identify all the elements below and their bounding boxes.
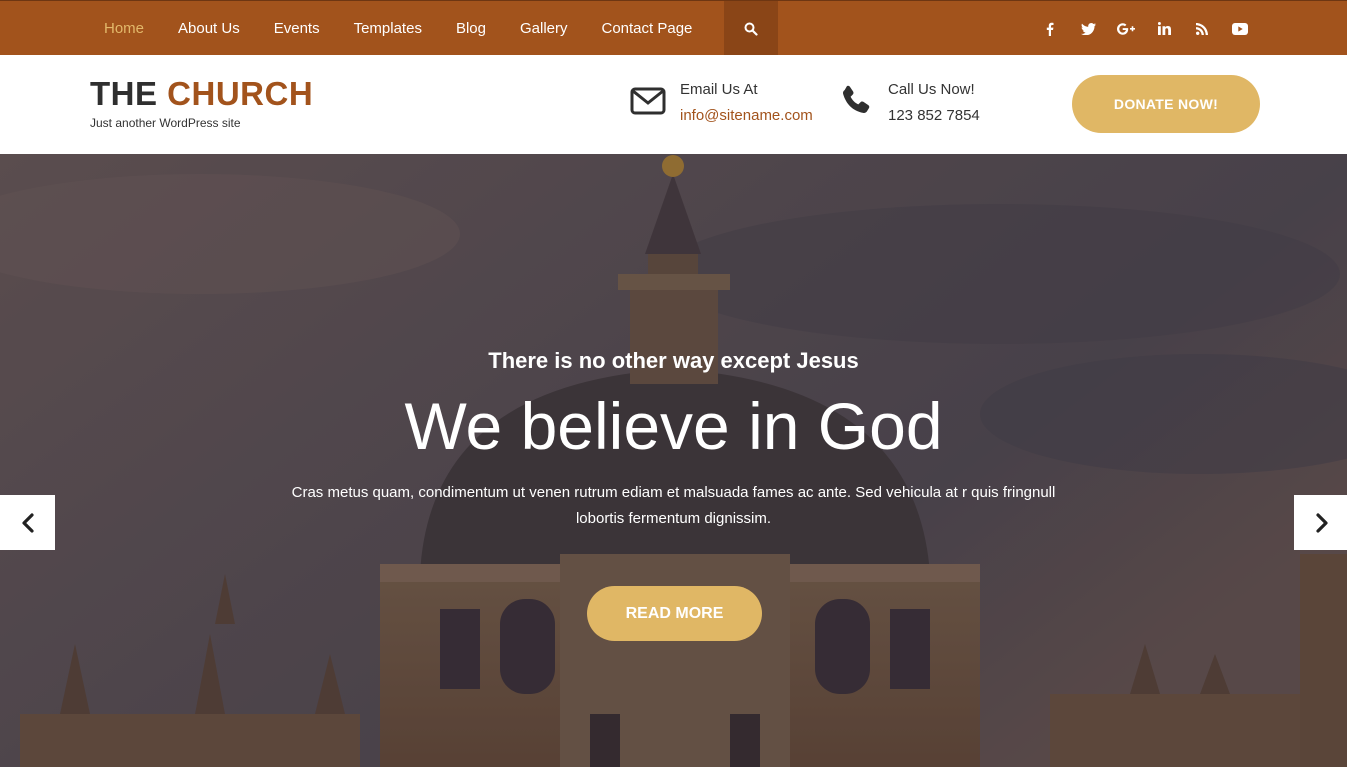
hero-slider: There is no other way except Jesus We be…: [0, 154, 1347, 767]
email-label: Email Us At: [680, 81, 758, 98]
chevron-left-icon: [21, 512, 34, 533]
top-navigation-bar: Home About Us Events Templates Blog Gall…: [0, 0, 1347, 56]
nav-item-gallery[interactable]: Gallery: [503, 1, 585, 56]
hero-description: Cras metus quam, condimentum ut venen ru…: [291, 484, 1056, 527]
site-tagline: Just another WordPress site: [90, 116, 241, 130]
nav-item-templates[interactable]: Templates: [337, 1, 439, 56]
hero-subtitle: There is no other way except Jesus: [488, 348, 859, 373]
google-plus-icon[interactable]: [1107, 1, 1145, 56]
envelope-icon: [628, 81, 668, 121]
nav-item-about-us[interactable]: About Us: [161, 1, 257, 56]
read-more-button[interactable]: READ MORE: [587, 586, 762, 641]
email-contact: Email Us At info@sitename.com: [628, 77, 813, 129]
site-header: THE CHURCH Just another WordPress site E…: [0, 55, 1347, 154]
phone-label: Call Us Now!: [888, 81, 975, 98]
nav-item-events[interactable]: Events: [257, 1, 337, 56]
social-links: [1031, 1, 1259, 56]
slider-prev-button[interactable]: [0, 495, 55, 550]
nav-item-home[interactable]: Home: [87, 1, 161, 56]
main-menu: Home About Us Events Templates Blog Gall…: [87, 1, 709, 56]
youtube-icon[interactable]: [1221, 1, 1259, 56]
search-icon: [744, 22, 758, 36]
phone-contact: Call Us Now! 123 852 7854: [836, 77, 980, 129]
twitter-icon[interactable]: [1069, 1, 1107, 56]
logo-text-the: THE: [90, 75, 158, 112]
donate-button[interactable]: DONATE NOW!: [1072, 75, 1260, 133]
hero-title: We believe in God: [404, 389, 943, 463]
nav-item-blog[interactable]: Blog: [439, 1, 503, 56]
slider-next-button[interactable]: [1294, 495, 1347, 550]
chevron-right-icon: [1315, 512, 1328, 533]
nav-item-contact-page[interactable]: Contact Page: [585, 1, 710, 56]
search-button[interactable]: [724, 1, 778, 56]
facebook-icon[interactable]: [1031, 1, 1069, 56]
site-logo[interactable]: THE CHURCH: [90, 75, 313, 113]
email-link[interactable]: info@sitename.com: [680, 107, 813, 124]
phone-link[interactable]: 123 852 7854: [888, 107, 980, 124]
logo-text-church: CHURCH: [167, 75, 314, 112]
phone-icon: [836, 81, 876, 121]
rss-icon[interactable]: [1183, 1, 1221, 56]
linkedin-icon[interactable]: [1145, 1, 1183, 56]
